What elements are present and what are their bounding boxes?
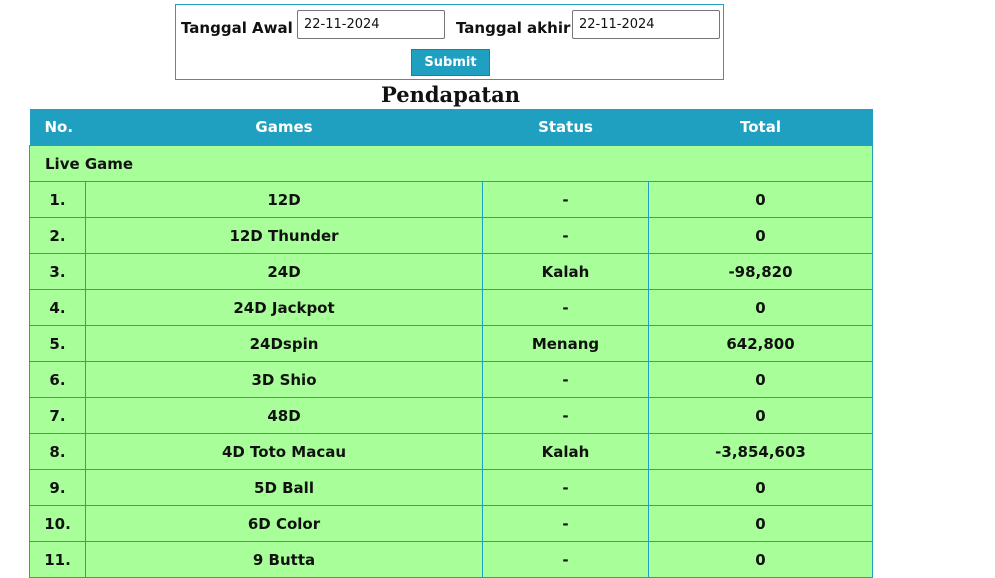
row-game: 12D — [85, 181, 483, 218]
row-game: 9 Butta — [85, 541, 483, 578]
row-status: Kalah — [482, 253, 649, 290]
row-game: 5D Ball — [85, 469, 483, 506]
start-date-input[interactable] — [297, 10, 445, 39]
row-game: 48D — [85, 397, 483, 434]
section-live-game: Live Game — [29, 145, 873, 182]
row-status: - — [482, 181, 649, 218]
row-total: 0 — [648, 181, 873, 218]
row-no: 2. — [29, 217, 86, 254]
row-no: 4. — [29, 289, 86, 326]
row-no: 7. — [29, 397, 86, 434]
table-row: 9. 5D Ball -0 — [29, 469, 873, 506]
header-status: Status — [482, 109, 649, 146]
row-no: 10. — [29, 505, 86, 542]
row-no: 11. — [29, 541, 86, 578]
row-status: Kalah — [482, 433, 649, 470]
table-row: 7. 48D -0 — [29, 397, 873, 434]
row-game: 12D Thunder — [85, 217, 483, 254]
row-status: - — [482, 397, 649, 434]
header-total: Total — [648, 109, 873, 146]
table-header-row: No. Games Status Total — [29, 109, 873, 146]
row-game: 3D Shio — [85, 361, 483, 398]
row-no: 3. — [29, 253, 86, 290]
row-no: 6. — [29, 361, 86, 398]
row-status: - — [482, 541, 649, 578]
row-status: - — [482, 469, 649, 506]
row-no: 8. — [29, 433, 86, 470]
row-game: 6D Color — [85, 505, 483, 542]
table-row: 6. 3D Shio -0 — [29, 361, 873, 398]
row-no: 9. — [29, 469, 86, 506]
row-total: 0 — [648, 397, 873, 434]
row-total: 0 — [648, 469, 873, 506]
table-row: 4. 24D Jackpot -0 — [29, 289, 873, 326]
page-title: Pendapatan — [380, 82, 520, 107]
row-total: -3,854,603 — [648, 433, 873, 470]
revenue-table: No. Games Status Total Live Game 1. 12D -0… — [29, 109, 873, 578]
table-row: 11. 9 Butta -0 — [29, 541, 873, 578]
row-total: 0 — [648, 289, 873, 326]
row-total: 0 — [648, 541, 873, 578]
date-filter-form: Tanggal Awal Tanggal akhir Submit — [175, 4, 724, 80]
table-row: 1. 12D -0 — [29, 181, 873, 218]
section-row: Live Game — [29, 145, 873, 182]
row-total: 0 — [648, 505, 873, 542]
table-row: 5. 24Dspin Menang 642,800 — [29, 325, 873, 362]
end-date-input[interactable] — [572, 10, 720, 39]
row-status: - — [482, 505, 649, 542]
row-total: -98,820 — [648, 253, 873, 290]
row-total: 0 — [648, 217, 873, 254]
row-game: 24D — [85, 253, 483, 290]
row-status: - — [482, 361, 649, 398]
row-status: - — [482, 217, 649, 254]
table-row: 8. 4D Toto Macau Kalah -3,854,603 — [29, 433, 873, 470]
row-game: 4D Toto Macau — [85, 433, 483, 470]
row-status: Menang — [482, 325, 649, 362]
table-row: 3. 24D Kalah -98,820 — [29, 253, 873, 290]
table-row: 2. 12D Thunder -0 — [29, 217, 873, 254]
header-no: No. — [29, 109, 86, 146]
table-row: 10. 6D Color -0 — [29, 505, 873, 542]
row-game: 24D Jackpot — [85, 289, 483, 326]
row-status: - — [482, 289, 649, 326]
row-total: 0 — [648, 361, 873, 398]
start-date-label: Tanggal Awal — [181, 19, 293, 37]
row-no: 1. — [29, 181, 86, 218]
header-games: Games — [85, 109, 483, 146]
row-no: 5. — [29, 325, 86, 362]
row-game: 24Dspin — [85, 325, 483, 362]
row-total: 642,800 — [648, 325, 873, 362]
submit-button[interactable]: Submit — [411, 49, 490, 76]
end-date-label: Tanggal akhir — [456, 19, 571, 37]
